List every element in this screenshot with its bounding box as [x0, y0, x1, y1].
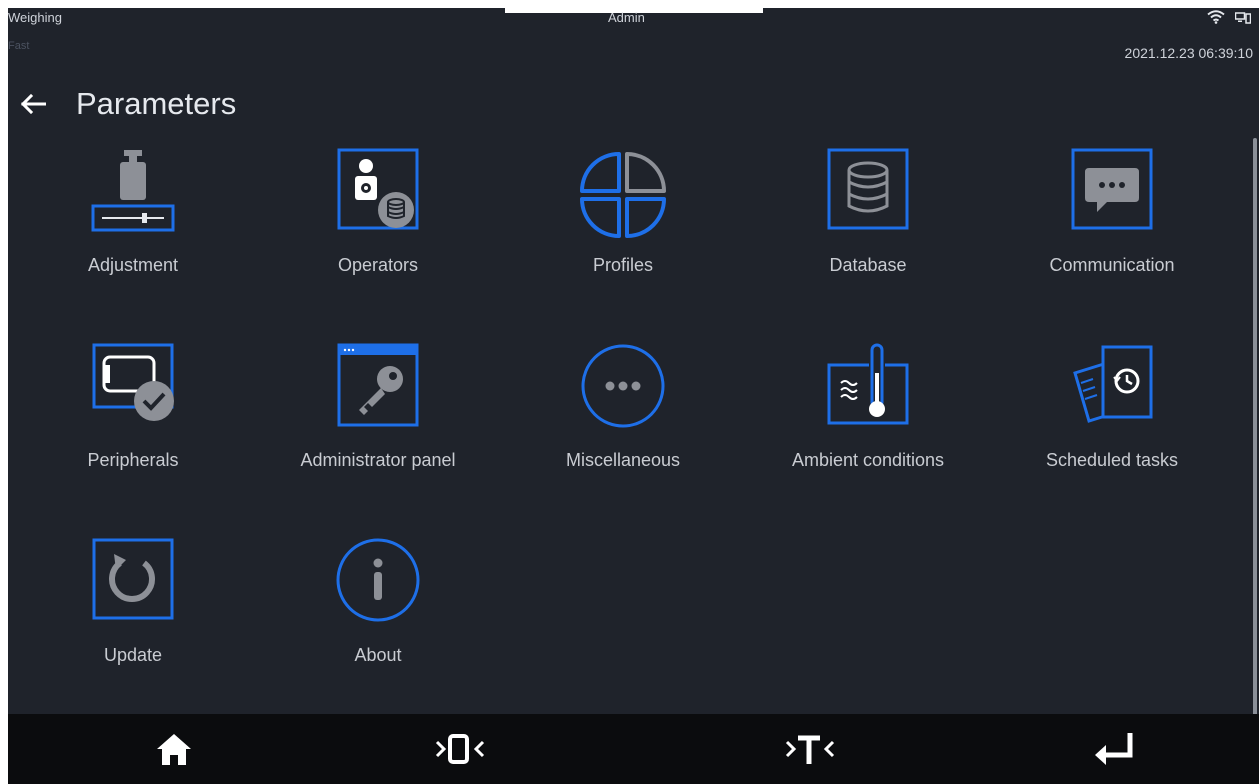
screen: Weighing Fast Admin 2021.12.23 06:39:10: [8, 8, 1259, 784]
scrollbar[interactable]: [1253, 138, 1257, 718]
tile-administrator-panel[interactable]: Administrator panel: [268, 343, 488, 493]
tare-icon[interactable]: [750, 714, 870, 784]
computer-link-icon: [1234, 11, 1252, 29]
about-icon: [333, 538, 423, 628]
communication-icon: [1067, 148, 1157, 238]
tile-label: Operators: [337, 255, 419, 275]
tile-label: Scheduled tasks: [1045, 450, 1179, 470]
tile-label: Peripherals: [87, 450, 179, 470]
ambient-conditions-icon: [823, 343, 913, 433]
enter-icon[interactable]: [1054, 714, 1174, 784]
status-user[interactable]: Admin: [608, 10, 645, 25]
tile-database[interactable]: Database: [758, 148, 978, 298]
home-icon[interactable]: [114, 714, 234, 784]
tile-operators[interactable]: Operators: [268, 148, 488, 298]
update-icon: [88, 538, 178, 628]
profiles-icon: [578, 148, 668, 238]
tile-label: Administrator panel: [300, 450, 456, 470]
tile-label: Ambient conditions: [791, 450, 945, 470]
tile-communication[interactable]: Communication: [1002, 148, 1222, 298]
tile-adjustment[interactable]: Adjustment: [23, 148, 243, 298]
tile-scheduled-tasks[interactable]: Scheduled tasks: [1002, 343, 1222, 493]
tile-update[interactable]: Update: [23, 538, 243, 688]
tile-label: Profiles: [592, 255, 654, 275]
tile-label: Communication: [1049, 255, 1175, 275]
tile-profiles[interactable]: Profiles: [513, 148, 733, 298]
tile-peripherals[interactable]: Peripherals: [23, 343, 243, 493]
operators-icon: [333, 148, 423, 238]
scheduled-tasks-icon: [1067, 343, 1157, 433]
status-mode: Weighing: [8, 10, 62, 25]
status-icons: [1207, 10, 1252, 29]
database-icon: [823, 148, 913, 238]
administrator-panel-icon: [333, 343, 423, 433]
tile-label: About: [354, 645, 402, 665]
tile-label: Database: [829, 255, 907, 275]
peripherals-icon: [88, 343, 178, 433]
tile-label: Update: [103, 645, 163, 665]
bottom-bar: [8, 714, 1259, 784]
page-title: Parameters: [76, 86, 237, 121]
status-sub-mode: Fast: [8, 40, 30, 52]
tile-label: Miscellaneous: [565, 450, 681, 470]
adjustment-icon: [88, 148, 178, 238]
title-row: Parameters: [18, 84, 236, 124]
tile-label: Adjustment: [87, 255, 179, 275]
back-arrow-icon[interactable]: [18, 89, 48, 119]
wifi-icon: [1207, 10, 1225, 29]
tile-ambient-conditions[interactable]: Ambient conditions: [758, 343, 978, 493]
status-datetime: 2021.12.23 06:39:10: [1124, 45, 1253, 61]
tile-about[interactable]: About: [268, 538, 488, 688]
miscellaneous-icon: [578, 343, 668, 433]
zero-icon[interactable]: [400, 714, 520, 784]
tile-miscellaneous[interactable]: Miscellaneous: [513, 343, 733, 493]
